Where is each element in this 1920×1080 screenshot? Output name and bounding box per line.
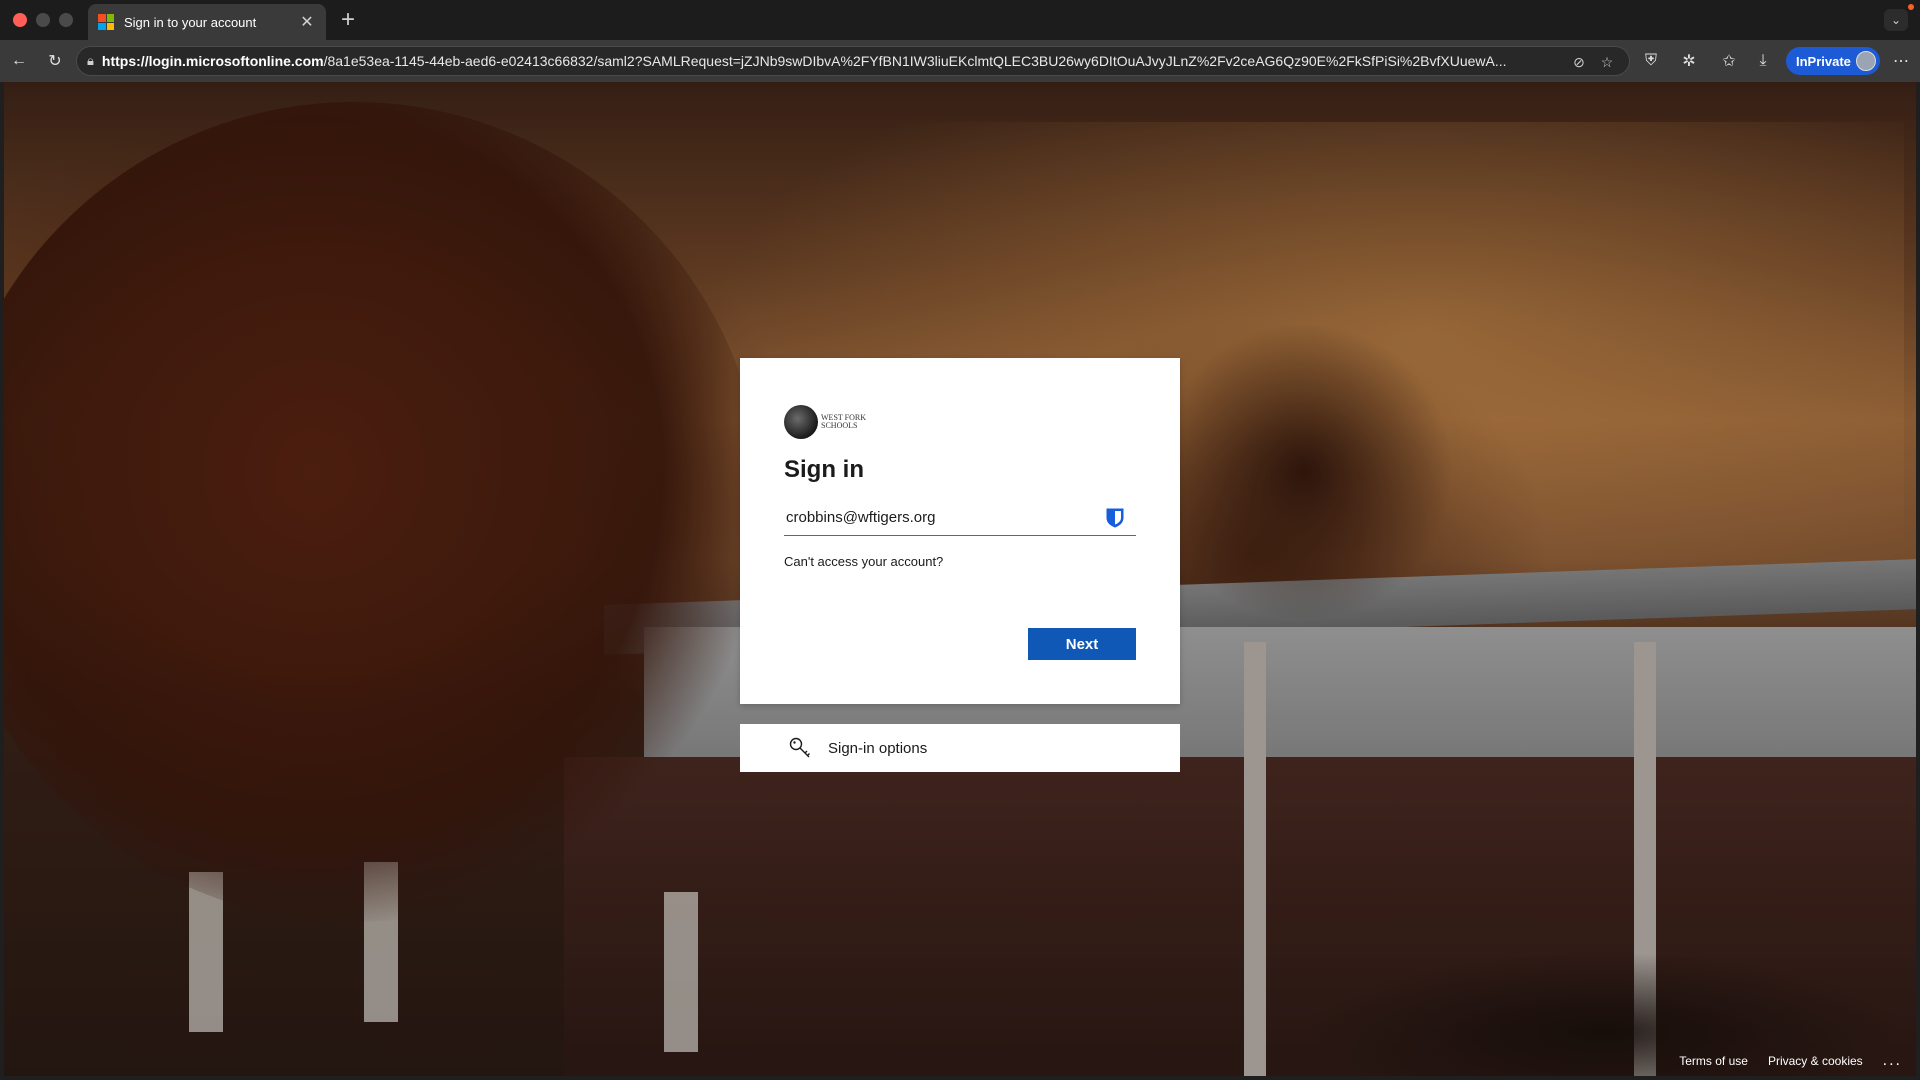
microsoft-favicon-icon [98,14,114,30]
page-background: WEST FORK SCHOOLS Sign in Can't access y… [4,82,1916,1076]
back-arrow-icon[interactable]: ← [8,50,30,72]
new-tab-icon[interactable]: + [336,6,360,34]
reload-icon[interactable]: ↻ [44,50,66,72]
tab-actions-chevron-icon[interactable]: ⌄ [1884,9,1908,31]
tiger-logo-icon [784,405,818,439]
sign-in-card: WEST FORK SCHOOLS Sign in Can't access y… [740,358,1180,704]
more-menu-icon[interactable]: ⋯ [1890,50,1912,72]
cant-access-account-link[interactable]: Can't access your account? [784,554,943,569]
next-button[interactable]: Next [1028,628,1136,660]
sign-in-options-label: Sign-in options [828,739,928,757]
tab-title: Sign in to your account [124,14,257,30]
email-field[interactable] [784,509,1094,526]
close-tab-icon[interactable]: ✕ [298,12,316,32]
favorites-icon[interactable]: ✩ [1718,50,1740,72]
logo-text: WEST FORK SCHOOLS [821,413,866,430]
browser-toolbar: ← ↻ 🔒︎ https://login.microsoftonline.com… [0,40,1920,82]
tracking-prevention-icon[interactable]: ⊘ [1569,52,1589,72]
url-text[interactable]: https://login.microsoftonline.com/8a1e53… [102,53,1629,69]
profile-avatar [1856,51,1876,71]
bitwarden-shield-icon[interactable] [1106,508,1124,528]
key-icon [789,737,810,758]
inprivate-label: InPrivate [1796,53,1851,69]
browser-titlebar: Sign in to your account ✕ + ⌄ [0,0,1920,40]
organization-logo: WEST FORK SCHOOLS [784,402,1136,442]
privacy-cookies-link[interactable]: Privacy & cookies [1768,1054,1863,1068]
page-footer: Terms of use Privacy & cookies ... [1679,1046,1916,1076]
extensions-puzzle-icon[interactable]: ✲ [1678,50,1700,72]
inprivate-badge[interactable]: InPrivate [1786,47,1880,75]
bitwarden-extension-icon[interactable]: ⛨ [1640,50,1662,72]
email-field-wrapper [784,500,1136,536]
close-window-button[interactable] [13,13,27,27]
page-title: Sign in [784,456,864,483]
notification-dot [1908,4,1914,10]
tab-sign-in[interactable]: Sign in to your account ✕ [88,4,326,40]
footer-more-icon[interactable]: ... [1883,1052,1902,1070]
minimize-window-button[interactable] [36,13,50,27]
sign-in-options-button[interactable]: Sign-in options [740,724,1180,772]
maximize-window-button[interactable] [59,13,73,27]
downloads-icon[interactable]: ⤓ [1752,50,1774,72]
lock-icon[interactable]: 🔒︎ [87,53,94,69]
address-bar[interactable]: 🔒︎ https://login.microsoftonline.com/8a1… [76,46,1630,76]
terms-of-use-link[interactable]: Terms of use [1679,1054,1748,1068]
favorite-star-icon[interactable]: ☆ [1597,52,1617,72]
